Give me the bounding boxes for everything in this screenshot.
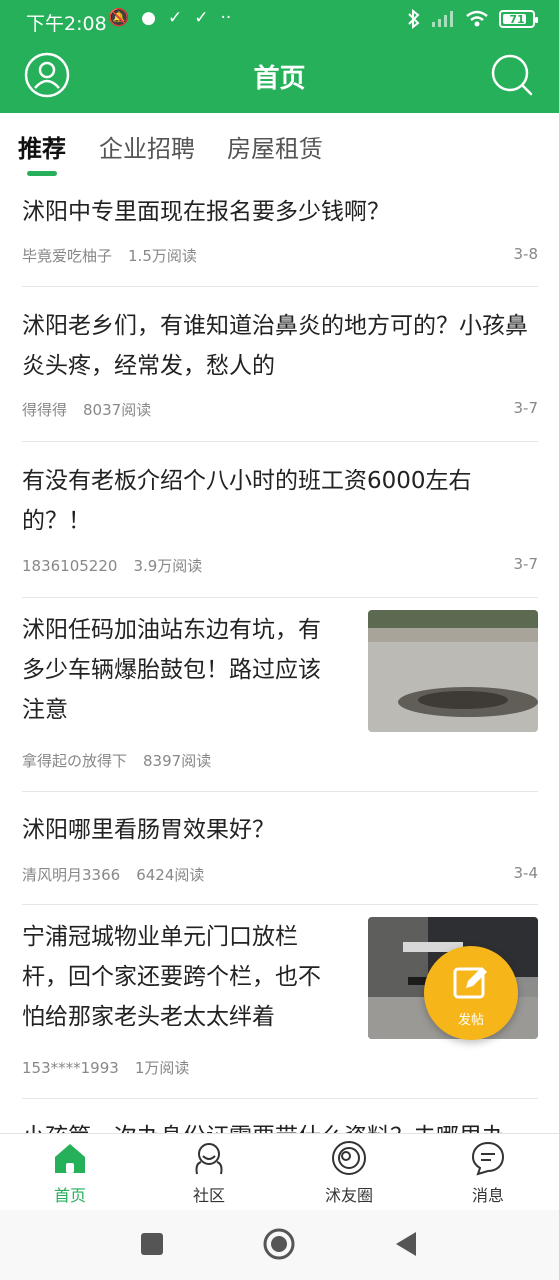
notification-icons: 🔕 ● ✓ ✓ ·· [108, 8, 231, 28]
post-meta: 153****1993 1万阅读 [22, 1057, 189, 1078]
divider [22, 791, 538, 792]
tab-house-rental[interactable]: 房屋租赁 [227, 129, 323, 164]
post-date: 3-8 [513, 245, 539, 263]
post-meta: 清风明月3366 6424阅读 [22, 864, 204, 885]
category-tabs: 推荐 企业招聘 房屋租赁 [0, 113, 559, 177]
post-title: 有没有老板介绍个八小时的班工资6000左右的？！ [22, 468, 472, 534]
post-meta: 毕竟爱吃柚子 1.5万阅读 [22, 245, 197, 266]
edit-icon [453, 967, 487, 999]
post-reads: 8037阅读 [83, 401, 152, 419]
nav-label: 沭友圈 [324, 1186, 373, 1205]
new-post-label: 发帖 [457, 1013, 484, 1028]
battery-level: 71 [509, 12, 525, 26]
tab-enterprise-jobs[interactable]: 企业招聘 [99, 129, 195, 164]
post-date: 3-7 [513, 555, 539, 573]
post-author: 拿得起の放得下 [22, 752, 128, 770]
back-icon[interactable] [394, 1231, 418, 1257]
post-date: 3-7 [513, 399, 539, 417]
list-item[interactable]: 沭阳任码加油站东边有坑，有多少车辆爆胎鼓包！路过应该注意 拿得起の放得下 8397… [22, 610, 538, 790]
post-author: 毕竟爱吃柚子 [22, 247, 113, 265]
post-author: 得得得 [22, 401, 68, 419]
list-item[interactable]: 沭阳哪里看肠胃效果好？ 清风明月3366 6424阅读 3-4 [22, 810, 538, 904]
post-title: 小孩第一次办身份证需要带什么资料？去哪里办 [22, 1117, 538, 1133]
system-nav-bar [0, 1210, 559, 1280]
post-reads: 1万阅读 [134, 1059, 190, 1077]
post-author: 清风明月3366 [22, 866, 121, 884]
status-bar: 下午2:08 🔕 ● ✓ ✓ ·· 71 [0, 0, 559, 42]
system-status: 71 [407, 9, 538, 29]
divider [22, 286, 538, 287]
post-title: 宁浦冠城物业单元门口放栏杆，回个家还要跨个栏，也不怕给那家老头老太太绊着 [22, 924, 321, 1030]
nav-item-home[interactable]: 首页 [20, 1134, 120, 1211]
more-notifications-icon: ·· [220, 8, 232, 28]
home-button-icon[interactable] [263, 1228, 295, 1260]
nav-label: 消息 [471, 1186, 504, 1205]
app-header: 下午2:08 🔕 ● ✓ ✓ ·· 71 首页 [0, 0, 559, 113]
tab-recommend[interactable]: 推荐 [18, 129, 66, 164]
bluetooth-icon [408, 9, 420, 29]
home-icon [55, 1144, 85, 1173]
post-date: 3-4 [513, 864, 539, 882]
new-post-button[interactable]: 发帖 [424, 946, 518, 1040]
post-author: 153****1993 [22, 1059, 119, 1077]
chat-notification-icon: ● [141, 8, 157, 28]
active-tab-indicator [27, 171, 57, 176]
search-icon[interactable] [489, 52, 535, 98]
status-time: 下午2:08 [26, 13, 107, 35]
message-icon [471, 1141, 505, 1176]
post-reads: 1.5万阅读 [128, 247, 197, 265]
list-item[interactable]: 有没有老板介绍个八小时的班工资6000左右的？！ 1836105220 3.9万阅… [22, 461, 538, 596]
nav-label: 首页 [53, 1186, 86, 1205]
post-thumbnail [368, 610, 538, 732]
community-icon [195, 1143, 223, 1175]
bottom-nav: 首页 社区 沭友圈 消息 [0, 1133, 559, 1210]
post-title: 沭阳任码加油站东边有坑，有多少车辆爆胎鼓包！路过应该注意 [22, 617, 321, 723]
nav-item-community[interactable]: 社区 [159, 1134, 259, 1211]
mute-icon: 🔕 [108, 8, 130, 28]
divider [22, 904, 538, 905]
post-author: 1836105220 [22, 557, 118, 575]
moments-icon [332, 1141, 366, 1175]
post-title: 沭阳哪里看肠胃效果好？ [22, 817, 275, 843]
page-title: 首页 [253, 64, 306, 94]
list-item[interactable]: 沭阳老乡们，有谁知道治鼻炎的地方可的？小孩鼻炎头疼，经常发，愁人的 得得得 803… [22, 306, 538, 441]
divider [22, 597, 538, 598]
wifi-icon [466, 10, 488, 27]
post-reads: 8397阅读 [143, 752, 212, 770]
post-meta: 得得得 8037阅读 [22, 399, 151, 420]
list-item[interactable]: 小孩第一次办身份证需要带什么资料？去哪里办 [22, 1117, 538, 1133]
battery-icon: 71 [499, 10, 538, 28]
post-reads: 6424阅读 [136, 866, 205, 884]
post-meta: 1836105220 3.9万阅读 [22, 555, 202, 576]
post-meta: 拿得起の放得下 8397阅读 [22, 750, 211, 771]
divider [22, 1098, 538, 1099]
nav-label: 社区 [192, 1186, 225, 1205]
post-title: 沭阳老乡们，有谁知道治鼻炎的地方可的？小孩鼻炎头疼，经常发，愁人的 [22, 313, 528, 379]
recent-apps-icon[interactable] [140, 1232, 164, 1256]
signal-icon [432, 11, 453, 27]
nav-item-moments[interactable]: 沭友圈 [299, 1134, 399, 1211]
list-item[interactable]: 沭阳中专里面现在报名要多少钱啊？ 毕竟爱吃柚子 1.5万阅读 3-8 [22, 192, 538, 286]
download-done-icon: ✓ [194, 8, 209, 28]
divider [22, 441, 538, 442]
post-reads: 3.9万阅读 [133, 557, 203, 575]
download-done-icon: ✓ [168, 8, 183, 28]
post-title: 沭阳中专里面现在报名要多少钱啊？ [22, 199, 390, 225]
nav-item-messages[interactable]: 消息 [438, 1134, 538, 1211]
